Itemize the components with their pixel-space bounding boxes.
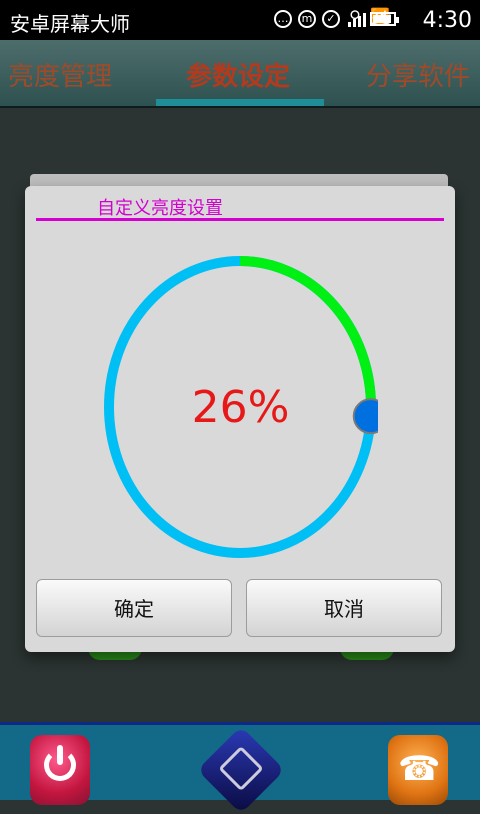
- tab-share-software[interactable]: 分享软件: [366, 56, 470, 93]
- more-icon: …: [274, 10, 292, 28]
- status-app-title: 安卓屏幕大师: [10, 12, 130, 36]
- diamond-app-icon[interactable]: [197, 726, 285, 814]
- tab-bar: 亮度管理 参数设定 分享软件: [0, 40, 480, 108]
- tab-brightness-management[interactable]: 亮度管理: [8, 56, 112, 93]
- brightness-dialog: 自定义亮度设置 26% 确定 取消: [25, 186, 455, 652]
- status-bar: 安卓屏幕大师 … m ✓ ⚲ 📶 3G 4:30: [0, 0, 480, 40]
- phone-icon[interactable]: ☎: [388, 735, 448, 805]
- power-icon[interactable]: [30, 735, 90, 805]
- signal-icon: [348, 13, 366, 27]
- confirm-button[interactable]: 确定: [36, 579, 232, 637]
- dialog-title-divider: [36, 218, 444, 221]
- tab-divider: [0, 106, 480, 108]
- brightness-circular-slider[interactable]: 26%: [103, 255, 389, 559]
- status-time: 4:30: [422, 8, 472, 33]
- battery-icon: [370, 12, 399, 26]
- bottom-bar: ☎: [0, 722, 480, 814]
- dialog-title: 自定义亮度设置: [97, 198, 223, 219]
- cancel-button[interactable]: 取消: [246, 579, 442, 637]
- message-icon: m: [298, 10, 316, 28]
- tab-parameter-settings[interactable]: 参数设定: [186, 56, 290, 93]
- brightness-value-text: 26%: [191, 382, 290, 433]
- check-icon: ✓: [322, 10, 340, 28]
